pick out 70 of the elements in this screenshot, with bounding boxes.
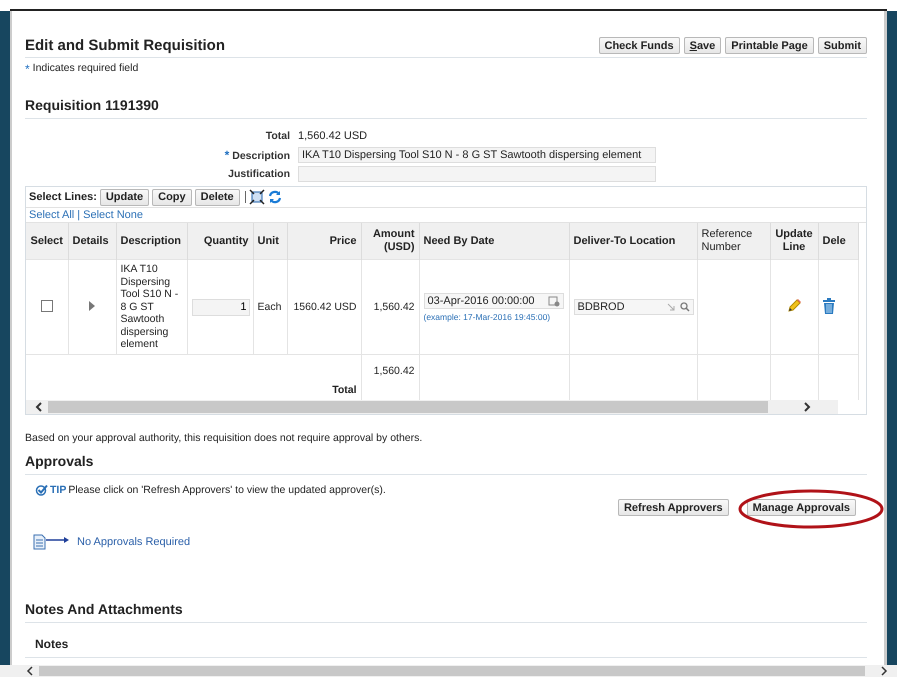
page-title: Edit and Submit Requisition bbox=[25, 37, 225, 54]
total-label: Total bbox=[332, 384, 356, 396]
page-scrollbar[interactable] bbox=[0, 665, 897, 677]
line-button[interactable]: Update bbox=[100, 188, 150, 206]
column-header: Unit bbox=[253, 223, 287, 260]
no-approvals-link[interactable]: No Approvals Required bbox=[77, 536, 190, 548]
arrow-icon bbox=[666, 303, 674, 311]
approval-message: Based on your approval authority, this requisition does not require approval by others. bbox=[25, 432, 424, 444]
action-button[interactable]: Printable Page bbox=[725, 37, 814, 54]
column-header: Select bbox=[26, 223, 68, 260]
tip-text: Please click on 'Refresh Approvers' to view the updated approver(s). bbox=[68, 484, 386, 496]
horizontal-scrollbar[interactable] bbox=[26, 400, 838, 414]
column-header: Update Line bbox=[770, 223, 818, 260]
scroll-left-icon[interactable] bbox=[34, 401, 44, 413]
select-none-link[interactable]: Select None bbox=[83, 209, 144, 221]
input-field[interactable] bbox=[298, 166, 656, 182]
expand-icon[interactable] bbox=[248, 189, 265, 205]
column-header: Quantity bbox=[187, 223, 253, 260]
action-button[interactable]: Submit bbox=[818, 37, 867, 54]
required-note: Indicates required field bbox=[32, 62, 138, 76]
scroll-left-icon[interactable] bbox=[25, 666, 35, 676]
input-field[interactable]: IKA T10 Dispersing Tool S10 N - 8 G ST Sawtooth dispersing element bbox=[298, 147, 656, 163]
line-button[interactable]: Copy bbox=[152, 188, 192, 206]
line-button[interactable]: Delete bbox=[194, 188, 240, 206]
section-heading: Requisition 1191390 bbox=[25, 97, 867, 119]
search-icon[interactable] bbox=[680, 302, 690, 312]
table-cell: IKA T10 Dispersing Tool S10 N - 8 G ST Sawtooth dispersing element bbox=[120, 262, 178, 350]
row-checkbox[interactable] bbox=[40, 300, 53, 312]
refresh-icon[interactable] bbox=[268, 190, 282, 204]
field-label: Description bbox=[232, 150, 290, 162]
action-button[interactable]: Save bbox=[684, 37, 722, 54]
subsection-heading: Notes bbox=[25, 637, 867, 658]
tip-check-icon bbox=[35, 484, 48, 496]
section-heading: Notes And Attachments bbox=[25, 601, 867, 623]
scroll-right-icon[interactable] bbox=[879, 666, 889, 676]
column-header: Details bbox=[68, 223, 116, 260]
link-separator: | bbox=[77, 209, 80, 221]
trash-icon[interactable] bbox=[822, 298, 834, 314]
approval-button[interactable]: Manage Approvals bbox=[746, 499, 856, 516]
field-label: Justification bbox=[228, 168, 290, 180]
select-all-link[interactable]: Select All bbox=[29, 209, 74, 221]
date-format-hint: (example: 17-Mar-2016 19:45:00) bbox=[424, 312, 552, 322]
column-header: Description bbox=[116, 223, 187, 260]
column-header: Dele bbox=[818, 223, 858, 260]
expand-arrow-icon[interactable] bbox=[88, 300, 96, 312]
total-amount: 1,560.42 bbox=[374, 365, 414, 377]
location-field[interactable]: BDBROD bbox=[574, 299, 694, 315]
quantity-field[interactable]: 1 bbox=[192, 298, 250, 316]
tip-label: TIP bbox=[50, 484, 66, 496]
table-cell: 1,560.42 bbox=[374, 301, 414, 313]
date-field[interactable]: 03-Apr-2016 00:00:00 bbox=[424, 292, 564, 308]
required-mark: * bbox=[25, 62, 30, 76]
approval-button[interactable]: Refresh Approvers bbox=[618, 499, 729, 516]
column-header: Deliver-To Location bbox=[569, 223, 697, 260]
column-header: Need By Date bbox=[419, 223, 569, 260]
action-button[interactable]: Check Funds bbox=[598, 37, 680, 54]
section-heading: Approvals bbox=[25, 453, 867, 475]
column-header: Price bbox=[287, 223, 361, 260]
document-arrow-icon bbox=[33, 534, 69, 550]
scroll-right-icon[interactable] bbox=[802, 401, 812, 413]
required-mark: * bbox=[224, 148, 230, 162]
table-cell: 1560.42 USD bbox=[293, 301, 356, 313]
pencil-icon[interactable] bbox=[786, 298, 802, 314]
calendar-icon[interactable] bbox=[548, 294, 560, 306]
column-header: Reference Number bbox=[697, 223, 770, 260]
field-value: 1,560.42 USD bbox=[298, 130, 368, 142]
field-label: Total bbox=[266, 130, 290, 142]
column-header: Amount (USD) bbox=[361, 223, 419, 260]
toolbar-label: Select Lines: bbox=[29, 191, 97, 203]
table-cell: Each bbox=[258, 301, 282, 313]
